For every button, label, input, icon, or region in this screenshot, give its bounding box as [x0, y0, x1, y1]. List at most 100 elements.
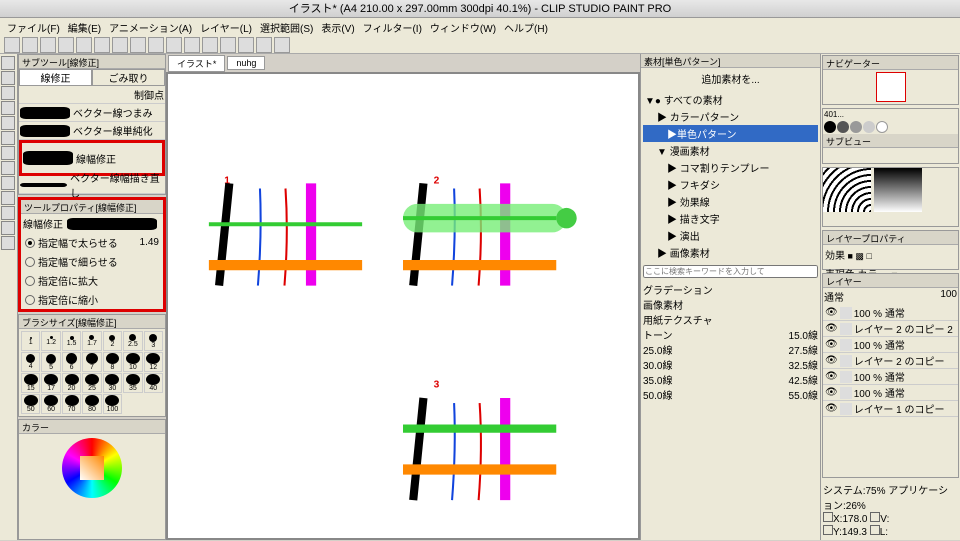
tool-icon[interactable]	[166, 37, 182, 53]
tool-icon[interactable]	[22, 37, 38, 53]
layer-row[interactable]: 👁100 % 通常	[823, 369, 958, 385]
subtool-item[interactable]: 制御点	[19, 86, 165, 104]
doc-tab[interactable]: イラスト*	[168, 55, 225, 72]
brush-size-cell[interactable]: 10	[123, 352, 142, 372]
opt-shrink[interactable]: 指定倍に縮小	[21, 290, 163, 309]
add-material[interactable]: 追加素材を...	[641, 68, 820, 89]
tree-item-selected[interactable]: ▶単色パターン	[643, 125, 818, 142]
brush-size-cell[interactable]: 7	[82, 352, 101, 372]
menu-file[interactable]: ファイル(F)	[4, 20, 63, 34]
doc-tab[interactable]: nuhg	[227, 56, 265, 70]
mat-thumb[interactable]	[823, 168, 871, 212]
brush-size-cell[interactable]: 25	[82, 373, 101, 393]
tool-btn[interactable]	[1, 116, 15, 130]
tool-icon[interactable]	[238, 37, 254, 53]
tree-item[interactable]: ▶ コマ割りテンプレー	[643, 159, 818, 176]
tool-btn[interactable]	[1, 191, 15, 205]
line-row[interactable]: 50.0線55.0線	[643, 387, 818, 402]
layer-row[interactable]: 👁100 % 通常	[823, 385, 958, 401]
layer-row[interactable]: 👁レイヤー 2 のコピー	[823, 353, 958, 369]
tool-icon[interactable]	[94, 37, 110, 53]
color-wheel[interactable]	[62, 438, 122, 498]
tool-btn[interactable]	[1, 161, 15, 175]
brush-size-cell[interactable]: 70	[62, 394, 81, 414]
tree-item[interactable]: ▶ カラーパターン	[643, 108, 818, 125]
layer-row[interactable]: 👁レイヤー 1 のコピー	[823, 401, 958, 417]
tool-icon[interactable]	[58, 37, 74, 53]
brush-size-cell[interactable]: 2	[103, 331, 122, 351]
tree-item[interactable]: ▶ 描き文字	[643, 210, 818, 227]
line-row[interactable]: 30.0線32.5線	[643, 357, 818, 372]
brush-size-cell[interactable]: 20	[62, 373, 81, 393]
brush-size-cell[interactable]: 17	[41, 373, 60, 393]
tree-item[interactable]: ▼ 漫画素材	[643, 142, 818, 159]
tool-btn[interactable]	[1, 86, 15, 100]
brush-size-cell[interactable]: 4	[21, 352, 40, 372]
brush-size-cell[interactable]: 1.2	[41, 331, 60, 351]
brush-size-cell[interactable]: 50	[21, 394, 40, 414]
tree-item[interactable]: ▶ 画像素材	[643, 244, 818, 261]
cat-row[interactable]: グラデーション	[643, 282, 818, 297]
subtool-tab-correct[interactable]: 線修正	[19, 69, 92, 86]
tree-item[interactable]: ▼● すべての素材	[643, 91, 818, 108]
opt-thicken[interactable]: 指定幅で太らせる1.49	[21, 233, 163, 252]
brush-size-cell[interactable]: 12	[144, 352, 163, 372]
menu-anim[interactable]: アニメーション(A)	[106, 20, 195, 34]
opt-enlarge[interactable]: 指定倍に拡大	[21, 271, 163, 290]
tree-item[interactable]: ▶ 効果線	[643, 193, 818, 210]
brush-size-cell[interactable]: 60	[41, 394, 60, 414]
material-search[interactable]	[643, 265, 818, 278]
brush-size-cell[interactable]: 1	[21, 331, 40, 351]
brush-size-cell[interactable]: 3	[144, 331, 163, 351]
menu-layer[interactable]: レイヤー(L)	[197, 20, 255, 34]
menu-edit[interactable]: 編集(E)	[65, 20, 104, 34]
tool-btn[interactable]	[1, 221, 15, 235]
brush-size-cell[interactable]: 100	[103, 394, 122, 414]
layer-row[interactable]: 👁100 % 通常	[823, 337, 958, 353]
tool-btn[interactable]	[1, 206, 15, 220]
tool-btn[interactable]	[1, 131, 15, 145]
menu-window[interactable]: ウィンドウ(W)	[427, 20, 499, 34]
tool-icon[interactable]	[274, 37, 290, 53]
navigator-thumb[interactable]	[876, 72, 906, 102]
tool-icon[interactable]	[130, 37, 146, 53]
menu-help[interactable]: ヘルプ(H)	[501, 20, 551, 34]
brush-size-cell[interactable]: 1.5	[62, 331, 81, 351]
canvas[interactable]: 1 2 3	[168, 74, 638, 538]
line-row[interactable]: 35.0線42.5線	[643, 372, 818, 387]
tool-icon[interactable]	[202, 37, 218, 53]
tool-icon[interactable]	[256, 37, 272, 53]
layer-row[interactable]: 👁100 % 通常	[823, 305, 958, 321]
menu-view[interactable]: 表示(V)	[318, 20, 357, 34]
menu-filter[interactable]: フィルター(I)	[360, 20, 425, 34]
tool-icon[interactable]	[76, 37, 92, 53]
tool-icon[interactable]	[4, 37, 20, 53]
brush-size-cell[interactable]: 2.5	[123, 331, 142, 351]
line-row[interactable]: 25.0線27.5線	[643, 342, 818, 357]
brush-size-cell[interactable]: 40	[144, 373, 163, 393]
menu-sel[interactable]: 選択範囲(S)	[257, 20, 316, 34]
tool-btn[interactable]	[1, 71, 15, 85]
subtool-item[interactable]: ベクター線つまみ	[19, 104, 165, 122]
tree-item[interactable]: ▶ 演出	[643, 227, 818, 244]
brush-size-cell[interactable]: 1.7	[82, 331, 101, 351]
brush-size-cell[interactable]: 80	[82, 394, 101, 414]
subtool-item[interactable]: ベクター線幅描き直し	[19, 176, 165, 194]
tool-icon[interactable]	[220, 37, 236, 53]
subtool-item[interactable]: ベクター線単純化	[19, 122, 165, 140]
brush-size-cell[interactable]: 8	[103, 352, 122, 372]
tool-icon[interactable]	[40, 37, 56, 53]
brush-size-cell[interactable]: 30	[103, 373, 122, 393]
tool-icon[interactable]	[148, 37, 164, 53]
tool-btn[interactable]	[1, 101, 15, 115]
brush-size-cell[interactable]: 15	[21, 373, 40, 393]
tool-icon[interactable]	[112, 37, 128, 53]
brush-size-cell[interactable]: 6	[62, 352, 81, 372]
brush-size-cell[interactable]: 5	[41, 352, 60, 372]
tool-btn[interactable]	[1, 236, 15, 250]
tool-btn[interactable]	[1, 146, 15, 160]
tool-icon[interactable]	[184, 37, 200, 53]
tool-btn[interactable]	[1, 176, 15, 190]
opt-thin[interactable]: 指定幅で細らせる	[21, 252, 163, 271]
tree-item[interactable]: ▶ フキダシ	[643, 176, 818, 193]
